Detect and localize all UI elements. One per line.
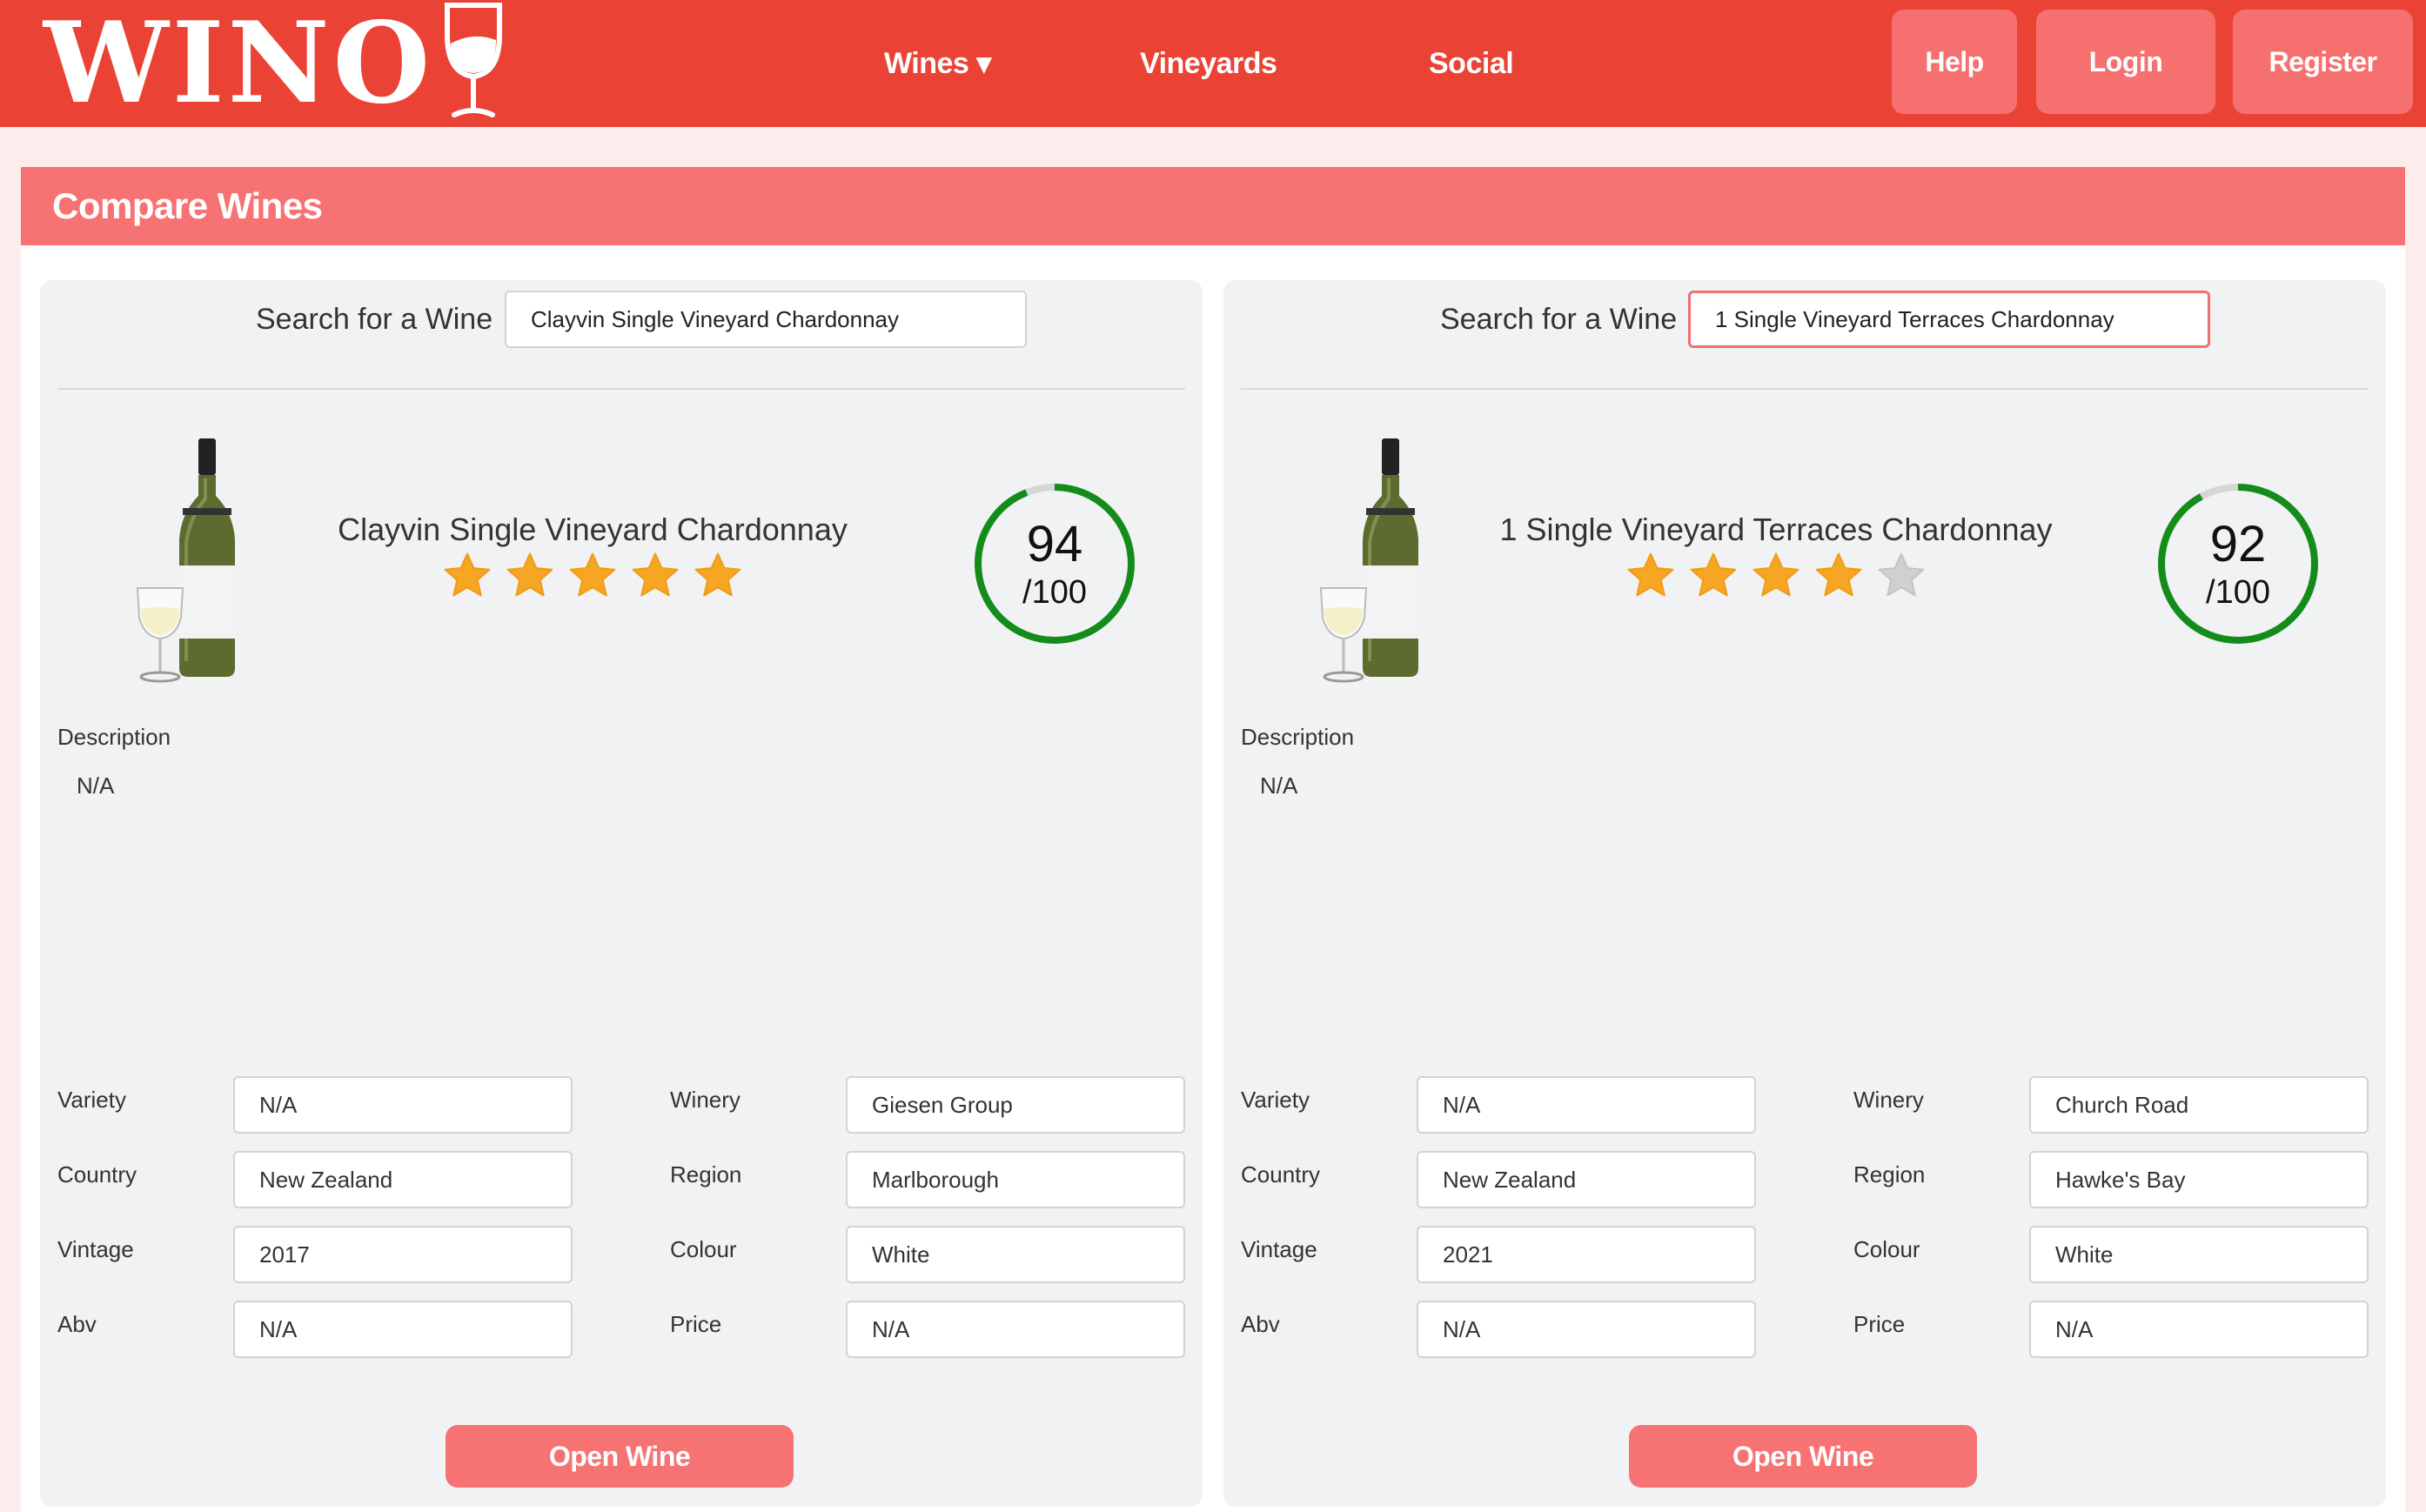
logo-text: WINO <box>44 0 434 129</box>
country-field[interactable] <box>233 1151 573 1208</box>
star-icon <box>1752 552 1799 597</box>
login-button[interactable]: Login <box>2036 10 2215 114</box>
region-field[interactable] <box>2029 1151 2369 1208</box>
vintage-field[interactable] <box>233 1226 573 1283</box>
wine-panel-left: Search for a Wine Clayvin Single Vineyar… <box>40 280 1203 1507</box>
wine-bottle-image <box>1319 438 1418 683</box>
abv-label: Abv <box>57 1311 97 1337</box>
abv-label: Abv <box>1241 1311 1280 1337</box>
score-value: 92 <box>2209 516 2267 572</box>
abv-field[interactable] <box>1417 1301 1756 1358</box>
help-button[interactable]: Help <box>1892 10 2017 114</box>
colour-field[interactable] <box>2029 1226 2369 1283</box>
wine-name: Clayvin Single Vineyard Chardonnay <box>338 512 848 547</box>
score-badge: 92 /100 <box>2155 480 2322 647</box>
star-icon <box>1627 552 1674 597</box>
open-wine-button[interactable]: Open Wine <box>446 1425 794 1488</box>
star-icon <box>444 552 491 597</box>
abv-field[interactable] <box>233 1301 573 1358</box>
score-badge: 94 /100 <box>971 480 1138 647</box>
description-value: N/A <box>77 773 115 799</box>
price-label: Price <box>670 1311 722 1337</box>
star-icon <box>1878 552 1925 597</box>
price-field[interactable] <box>846 1301 1185 1358</box>
search-label: Search for a Wine <box>256 303 493 336</box>
vintage-field[interactable] <box>1417 1226 1756 1283</box>
page-title: Compare Wines <box>52 185 323 226</box>
star-icon <box>1690 552 1737 597</box>
variety-label: Variety <box>57 1087 126 1113</box>
variety-field[interactable] <box>1417 1076 1756 1134</box>
nav-vineyards[interactable]: Vineyards <box>1140 47 1277 81</box>
star-icon <box>569 552 616 597</box>
compare-wines-card: Compare Wines Search for a Wine Clayvin … <box>21 167 2405 1512</box>
register-button[interactable]: Register <box>2233 10 2413 114</box>
divider <box>1241 388 2369 390</box>
country-field[interactable] <box>1417 1151 1756 1208</box>
nav-wines-dropdown[interactable]: Wines ▾ <box>884 46 991 81</box>
description-label: Description <box>1241 724 1355 750</box>
winery-label: Winery <box>670 1087 741 1113</box>
vintage-label: Vintage <box>1241 1236 1317 1262</box>
region-field[interactable] <box>846 1151 1185 1208</box>
country-label: Country <box>57 1161 137 1188</box>
search-label: Search for a Wine <box>1440 303 1678 336</box>
colour-label: Colour <box>1853 1236 1920 1262</box>
country-label: Country <box>1241 1161 1321 1188</box>
region-label: Region <box>670 1161 742 1188</box>
wine-bottle-image <box>136 438 235 683</box>
star-icon <box>506 552 553 597</box>
variety-label: Variety <box>1241 1087 1310 1113</box>
nav-social[interactable]: Social <box>1429 47 1514 81</box>
star-icon <box>694 552 741 597</box>
wine-panel-right: Search for a Wine 1 Single Vineyard Terr… <box>1223 280 2386 1507</box>
price-label: Price <box>1853 1311 1906 1337</box>
winery-field[interactable] <box>846 1076 1185 1134</box>
star-icon <box>1815 552 1862 597</box>
star-icon <box>632 552 679 597</box>
description-value: N/A <box>1260 773 1298 799</box>
compare-header: Compare Wines <box>21 167 2405 245</box>
star-rating <box>1484 550 2067 602</box>
description-label: Description <box>57 724 171 750</box>
wine-search-input[interactable] <box>1688 291 2210 348</box>
price-field[interactable] <box>2029 1301 2369 1358</box>
colour-field[interactable] <box>846 1226 1185 1283</box>
score-out-of: /100 <box>1022 574 1087 611</box>
region-label: Region <box>1853 1161 1926 1188</box>
colour-label: Colour <box>670 1236 737 1262</box>
wino-logo[interactable]: WINO <box>44 0 508 127</box>
wine-glass-icon <box>445 3 503 117</box>
wine-name: 1 Single Vineyard Terraces Chardonnay <box>1499 512 2053 547</box>
wine-search-input[interactable] <box>505 291 1027 348</box>
score-value: 94 <box>1026 516 1083 572</box>
variety-field[interactable] <box>233 1076 573 1134</box>
top-navbar: WINO Wines ▾ Vineyards Social Help Login… <box>0 0 2426 127</box>
winery-field[interactable] <box>2029 1076 2369 1134</box>
vintage-label: Vintage <box>57 1236 134 1262</box>
divider <box>57 388 1185 390</box>
open-wine-button[interactable]: Open Wine <box>1629 1425 1977 1488</box>
score-out-of: /100 <box>2206 574 2270 611</box>
star-rating <box>301 550 884 602</box>
winery-label: Winery <box>1853 1087 1924 1113</box>
